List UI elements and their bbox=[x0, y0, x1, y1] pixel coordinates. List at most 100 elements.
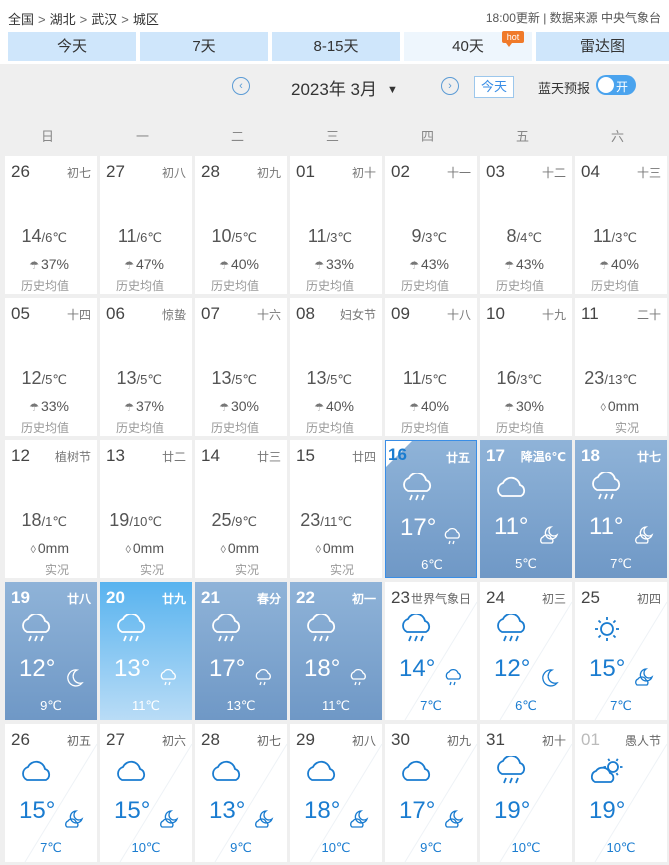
precipitation: ☂ 43% bbox=[409, 256, 449, 272]
day-cell[interactable]: 27 初八 11/6℃ ☂ 47% 历史均值 bbox=[100, 156, 192, 294]
precipitation: ☂ 40% bbox=[599, 256, 639, 272]
day-cell[interactable]: 10 十九 16/3℃ ☂ 30% 历史均值 bbox=[480, 298, 572, 436]
lunar-date: 妇女节 bbox=[339, 308, 376, 322]
day-cell[interactable]: 31 初十 19° 10℃ bbox=[480, 724, 572, 862]
low-temp: 11℃ bbox=[321, 698, 351, 713]
rain-icon bbox=[403, 473, 432, 501]
lunar-date: 初五 bbox=[66, 734, 91, 748]
high-temp: 19° bbox=[494, 797, 531, 824]
day-cell[interactable]: 02 十一 9/3℃ ☂ 43% 历史均值 bbox=[385, 156, 477, 294]
temperature: 18/1℃ bbox=[22, 510, 68, 531]
day-cell[interactable]: 11 二十 23/13℃ ◊ 0mm 实况 bbox=[575, 298, 667, 436]
raindrop-icon: ◊ bbox=[125, 544, 131, 556]
day-number: 06 bbox=[106, 304, 125, 323]
low-temp: 10℃ bbox=[131, 840, 161, 855]
day-cell[interactable]: 15 廿四 23/11℃ ◊ 0mm 实况 bbox=[290, 440, 382, 578]
lunar-date: 廿三 bbox=[256, 450, 281, 464]
rain-icon bbox=[117, 614, 146, 642]
day-cell[interactable]: 25 初四 15° 7℃ bbox=[575, 582, 667, 720]
low-temp: 6℃ bbox=[515, 698, 537, 713]
breadcrumb-item-province[interactable]: 湖北 bbox=[50, 12, 76, 27]
day-cell[interactable]: 28 初九 10/5℃ ☂ 40% 历史均值 bbox=[195, 156, 287, 294]
lunar-date: 十二 bbox=[541, 166, 566, 180]
day-cell[interactable]: 24 初三 12° 6℃ bbox=[480, 582, 572, 720]
precipitation: ☂ 40% bbox=[314, 398, 354, 414]
blue-sky-toggle[interactable]: 开 bbox=[596, 75, 636, 95]
high-temp: 11 bbox=[307, 226, 327, 246]
prev-month-button[interactable]: ‹ bbox=[232, 77, 250, 95]
low-temp: 10℃ bbox=[511, 840, 541, 855]
month-selector[interactable]: 2023年 3月 ▼ bbox=[291, 75, 398, 100]
next-month-button[interactable]: › bbox=[441, 77, 459, 95]
day-cell[interactable]: 05 十四 12/5℃ ☂ 33% 历史均值 bbox=[5, 298, 97, 436]
tab-label: 8-15天 bbox=[313, 38, 359, 55]
day-cell[interactable]: 18 廿七 11° 7℃ bbox=[575, 440, 667, 578]
day-cell[interactable]: 22 初一 18° 11℃ bbox=[290, 582, 382, 720]
lunar-date: 十一 bbox=[446, 166, 471, 180]
rain-chance-icon: ☂ bbox=[504, 260, 514, 272]
day-number: 04 bbox=[581, 162, 600, 181]
rain-icon bbox=[22, 614, 51, 642]
precip-value: 47% bbox=[135, 256, 164, 272]
breadcrumb-item-country[interactable]: 全国 bbox=[8, 12, 34, 27]
day-cell[interactable]: 26 初七 14/6℃ ☂ 37% 历史均值 bbox=[5, 156, 97, 294]
day-cell[interactable]: 13 廿二 19/10℃ ◊ 0mm 实况 bbox=[100, 440, 192, 578]
day-cell[interactable]: 29 初八 18° 10℃ bbox=[290, 724, 382, 862]
day-number: 09 bbox=[391, 304, 410, 323]
day-cell[interactable]: 26 初五 15° 7℃ bbox=[5, 724, 97, 862]
history-label: 历史均值 bbox=[495, 279, 544, 293]
low-temp: 11℃ bbox=[131, 698, 161, 713]
day-number: 07 bbox=[201, 304, 220, 323]
tab-today[interactable]: 今天 bbox=[8, 32, 136, 61]
tab-40days[interactable]: 40天 hot bbox=[404, 31, 532, 61]
breadcrumb-item-district[interactable]: 城区 bbox=[133, 12, 159, 27]
tab-8-15days[interactable]: 8-15天 bbox=[272, 32, 400, 61]
cloud-icon bbox=[22, 760, 51, 781]
high-temp: 12° bbox=[494, 655, 531, 682]
rain-chance-icon: ☂ bbox=[314, 260, 324, 272]
precip-value: 40% bbox=[325, 398, 354, 414]
day-cell[interactable]: 28 初七 13° 9℃ bbox=[195, 724, 287, 862]
breadcrumb-item-city[interactable]: 武汉 bbox=[91, 12, 117, 27]
day-number: 24 bbox=[486, 588, 505, 607]
night-rain-icon bbox=[160, 668, 176, 686]
precip-value: 0mm bbox=[37, 540, 69, 556]
day-cell[interactable]: 07 十六 13/5℃ ☂ 30% 历史均值 bbox=[195, 298, 287, 436]
day-cell[interactable]: 03 十二 8/4℃ ☂ 43% 历史均值 bbox=[480, 156, 572, 294]
today-button[interactable]: 今天 bbox=[474, 76, 514, 98]
lunar-date: 十八 bbox=[446, 308, 471, 322]
day-cell[interactable]: 04 十三 11/3℃ ☂ 40% 历史均值 bbox=[575, 156, 667, 294]
blue-sky-label: 蓝天预报 bbox=[538, 81, 591, 96]
day-cell[interactable]: 20 廿九 13° 11℃ bbox=[100, 582, 192, 720]
temperature: 16/3℃ bbox=[497, 368, 543, 389]
day-cell[interactable]: 12 植树节 18/1℃ ◊ 0mm 实况 bbox=[5, 440, 97, 578]
day-cell[interactable]: 06 惊蛰 13/5℃ ☂ 37% 历史均值 bbox=[100, 298, 192, 436]
day-cell[interactable]: 21 春分 17° 13℃ bbox=[195, 582, 287, 720]
day-cell[interactable]: 27 初六 15° 10℃ bbox=[100, 724, 192, 862]
precip-value: 0mm bbox=[607, 398, 639, 414]
day-cell[interactable]: 17 降温6℃ 11° 5℃ bbox=[480, 440, 572, 578]
day-cell[interactable]: 08 妇女节 13/5℃ ☂ 40% 历史均值 bbox=[290, 298, 382, 436]
day-cell[interactable]: 23 世界气象日 14° 7℃ bbox=[385, 582, 477, 720]
day-cell[interactable]: 14 廿三 25/9℃ ◊ 0mm 实况 bbox=[195, 440, 287, 578]
lunar-date: 初三 bbox=[541, 592, 566, 606]
day-cell[interactable]: 01 初十 11/3℃ ☂ 33% 历史均值 bbox=[290, 156, 382, 294]
day-cell[interactable]: 09 十八 11/5℃ ☂ 40% 历史均值 bbox=[385, 298, 477, 436]
day-number: 17 bbox=[486, 446, 505, 465]
low-temp: 5℃ bbox=[235, 372, 257, 387]
history-label: 历史均值 bbox=[400, 421, 449, 435]
day-cell[interactable]: 19 廿八 12° 9℃ bbox=[5, 582, 97, 720]
night-moon-cloud-icon bbox=[445, 810, 464, 828]
weekday-label: 四 bbox=[420, 129, 434, 144]
weekday-header: 日一二三四五六 bbox=[0, 114, 669, 154]
day-cell[interactable]: 01 愚人节 19° 10℃ bbox=[575, 724, 667, 862]
tab-radar[interactable]: 雷达图 bbox=[536, 32, 669, 61]
night-moon-icon bbox=[67, 669, 84, 687]
lunar-date: 降温6℃ bbox=[520, 450, 566, 464]
day-number: 11 bbox=[581, 304, 599, 323]
tab-7days[interactable]: 7天 bbox=[140, 32, 268, 61]
low-temp: 6℃ bbox=[45, 230, 67, 245]
day-cell[interactable]: 16 廿五 17° 6℃ bbox=[385, 440, 477, 578]
lunar-date: 十四 bbox=[66, 308, 91, 322]
day-cell[interactable]: 30 初九 17° 9℃ bbox=[385, 724, 477, 862]
